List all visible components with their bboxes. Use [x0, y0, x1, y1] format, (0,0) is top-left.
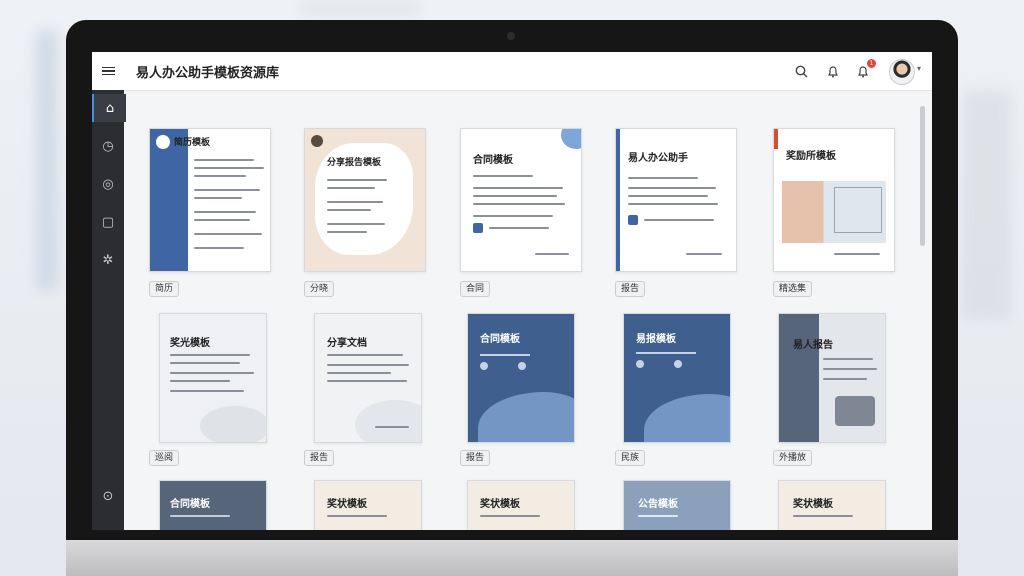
sidebar: ⌂ ◷ ◎ ▢ ✲ ⊙	[92, 90, 126, 530]
template-card[interactable]: 合同模板	[159, 480, 267, 530]
document-icon[interactable]: ▢	[92, 208, 124, 236]
avatar[interactable]	[889, 59, 915, 85]
template-title: 易人报告	[793, 340, 833, 351]
template-tag[interactable]: 合同	[460, 281, 491, 297]
template-card[interactable]: 奖光模板	[159, 313, 267, 443]
template-tag[interactable]: 巡阅	[149, 450, 180, 466]
template-card[interactable]: 公告模板	[623, 480, 731, 530]
camera-dot	[507, 32, 515, 40]
home-icon[interactable]: ⌂	[92, 94, 126, 122]
screen: 易人办公助手模板资源库 1 ▾ ⌂ ◷ ◎ ▢ ✲ ⊙ 简历模板 简历 分享报告…	[92, 52, 932, 530]
template-title: 公告模板	[638, 499, 678, 510]
settings-icon[interactable]: ✲	[92, 246, 124, 274]
template-card[interactable]: 易人报告	[778, 313, 886, 443]
scrollbar-thumb[interactable]	[920, 106, 925, 246]
template-tag[interactable]: 精选集	[773, 281, 813, 297]
template-card[interactable]: 易报模板	[623, 313, 731, 443]
scrollbar[interactable]	[920, 94, 926, 522]
template-card[interactable]: 分享文档	[314, 313, 422, 443]
app-title: 易人办公助手模板资源库	[136, 66, 280, 81]
template-title: 合同模板	[480, 334, 520, 345]
template-tag[interactable]: 分晓	[304, 281, 335, 297]
template-card[interactable]: 奖状模板	[778, 480, 886, 530]
monitor-bezel: 易人办公助手模板资源库 1 ▾ ⌂ ◷ ◎ ▢ ✲ ⊙ 简历模板 简历 分享报告…	[66, 20, 958, 540]
template-title: 易人办公助手	[628, 153, 688, 164]
notification-icon[interactable]: 1	[854, 59, 876, 80]
template-tag[interactable]: 报告	[304, 450, 335, 466]
template-card[interactable]: 奖状模板	[314, 480, 422, 530]
background-shape	[36, 30, 58, 290]
help-icon[interactable]: ⊙	[92, 482, 124, 510]
search-icon[interactable]	[792, 62, 810, 80]
template-title: 简历模板	[174, 138, 211, 148]
template-card[interactable]: 合同模板	[467, 313, 575, 443]
notification-badge: 1	[867, 59, 876, 68]
template-title: 奖状模板	[480, 499, 520, 510]
template-tag[interactable]: 简历	[149, 281, 180, 297]
template-title: 奖状模板	[793, 499, 833, 510]
template-title: 分享报告模板	[327, 158, 382, 168]
template-card-contract[interactable]: 合同模板	[460, 128, 582, 272]
bell-icon[interactable]	[824, 62, 842, 80]
template-tag[interactable]: 报告	[460, 450, 491, 466]
template-card-office[interactable]: 易人办公助手	[615, 128, 737, 272]
background-shape	[962, 90, 1012, 320]
template-title: 分享文档	[327, 338, 367, 349]
template-card[interactable]: 奖状模板	[467, 480, 575, 530]
clock-icon[interactable]: ◷	[92, 132, 124, 160]
template-card-report[interactable]: 分享报告模板	[304, 128, 426, 272]
template-tag[interactable]: 报告	[615, 281, 646, 297]
template-title: 合同模板	[170, 499, 210, 510]
chevron-down-icon[interactable]: ▾	[917, 64, 921, 73]
monitor-chin	[66, 540, 958, 576]
template-title: 奖光模板	[170, 338, 210, 349]
template-card-resume[interactable]: 简历模板	[149, 128, 271, 272]
top-bar: 易人办公助手模板资源库 1 ▾	[92, 52, 932, 91]
template-title: 合同模板	[473, 155, 513, 166]
template-title: 奖状模板	[327, 499, 367, 510]
palette-icon[interactable]: ◎	[92, 170, 124, 198]
template-title: 易报模板	[636, 334, 676, 345]
template-tag[interactable]: 民族	[615, 450, 646, 466]
template-title: 奖励所模板	[786, 151, 836, 162]
template-tag[interactable]: 外播放	[773, 450, 813, 466]
template-card-award[interactable]: 奖励所模板	[773, 128, 895, 272]
background-shape	[300, 0, 420, 16]
menu-icon[interactable]	[92, 52, 124, 90]
